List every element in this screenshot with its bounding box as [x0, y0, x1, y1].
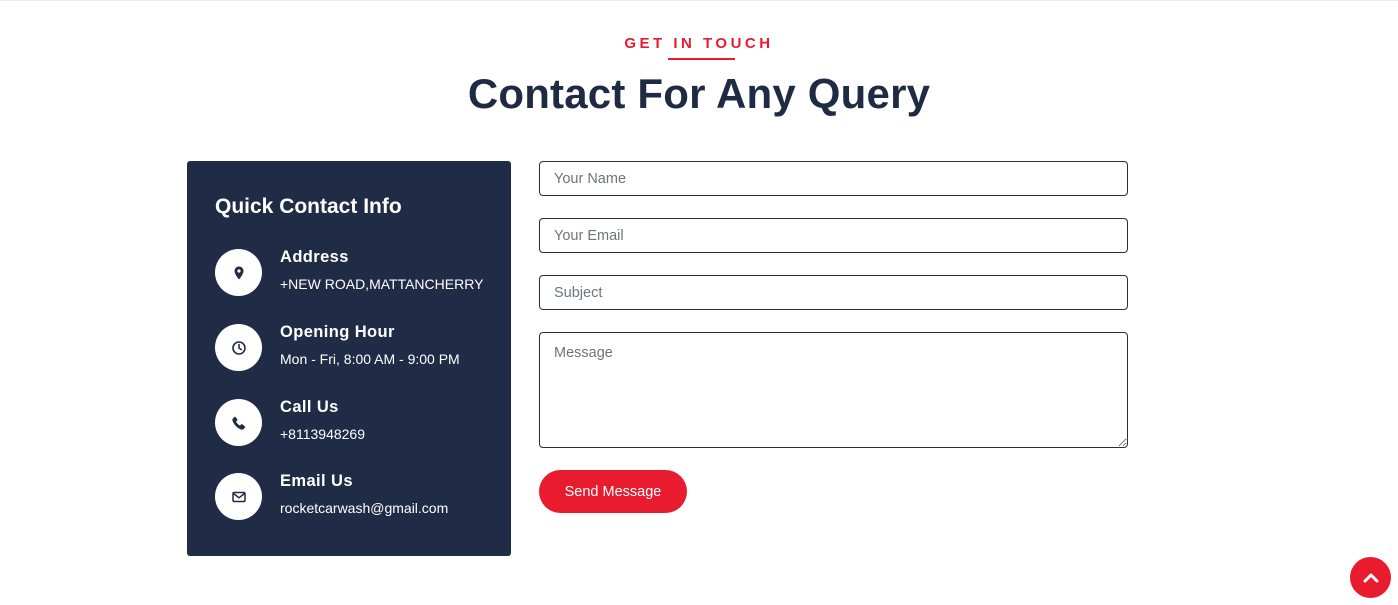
eyebrow-underline	[668, 58, 735, 60]
contact-item-call: Call Us +8113948269	[215, 398, 505, 449]
contact-item-label: Opening Hour	[280, 323, 395, 341]
name-field[interactable]	[539, 161, 1128, 196]
contact-page: GET IN TOUCH Contact For Any Query Quick…	[0, 0, 1398, 605]
section-title: Contact For Any Query	[467, 70, 931, 117]
send-message-button[interactable]: Send Message	[539, 470, 687, 513]
quick-contact-title: Quick Contact Info	[215, 195, 402, 218]
subject-field[interactable]	[539, 275, 1128, 310]
phone-icon	[215, 399, 262, 446]
email-field[interactable]	[539, 218, 1128, 253]
contact-item-value: rocketcarwash@gmail.com	[280, 500, 449, 516]
contact-item-address: Address +NEW ROAD,MATTANCHERRY	[215, 248, 505, 299]
map-pin-icon	[215, 249, 262, 296]
envelope-icon	[215, 473, 262, 520]
clock-icon	[215, 324, 262, 371]
contact-item-value: +NEW ROAD,MATTANCHERRY	[280, 276, 484, 292]
message-field[interactable]	[539, 332, 1128, 448]
contact-item-opening-hour: Opening Hour Mon - Fri, 8:00 AM - 9:00 P…	[215, 323, 505, 374]
back-to-top-button[interactable]	[1350, 557, 1391, 598]
quick-contact-card: Quick Contact Info Address +NEW ROAD,MAT…	[187, 161, 511, 556]
contact-item-email: Email Us rocketcarwash@gmail.com	[215, 472, 505, 523]
contact-item-label: Call Us	[280, 398, 339, 416]
contact-item-label: Address	[280, 248, 349, 266]
contact-item-value: +8113948269	[280, 426, 365, 442]
chevron-up-icon	[1363, 573, 1378, 582]
top-divider	[0, 0, 1398, 1]
contact-item-value: Mon - Fri, 8:00 AM - 9:00 PM	[280, 351, 460, 367]
contact-item-label: Email Us	[280, 472, 353, 490]
section-eyebrow: GET IN TOUCH	[624, 35, 774, 52]
